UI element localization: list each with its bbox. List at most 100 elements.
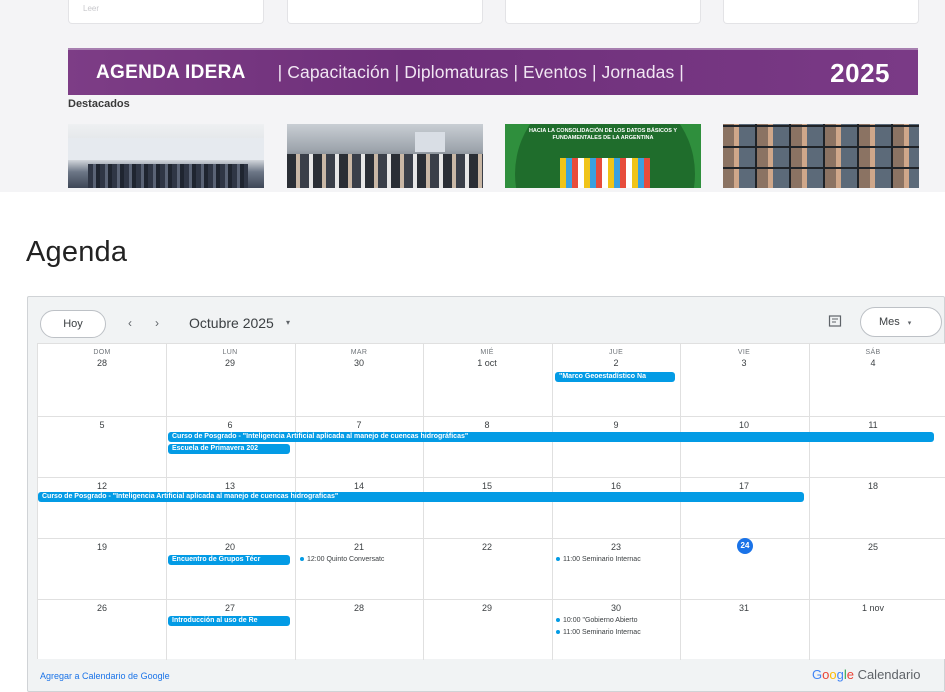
day-number[interactable]: 19	[38, 542, 166, 552]
day-number[interactable]: 6	[166, 420, 294, 430]
today-indicator[interactable]: 24	[737, 538, 753, 554]
featured-thumbnail[interactable]	[287, 124, 483, 188]
featured-thumbnail[interactable]	[723, 124, 919, 188]
group-photo	[287, 154, 483, 188]
weekday-header: SÁB	[865, 349, 881, 356]
day-number[interactable]: 8	[423, 420, 551, 430]
event-dot-icon	[300, 557, 304, 562]
calendar-event[interactable]: Curso de Posgrado - "Inteligencia Artifi…	[168, 432, 934, 442]
day-number[interactable]: 4	[809, 358, 937, 368]
month-label[interactable]: Octubre 2025	[189, 313, 274, 333]
chevron-down-icon[interactable]: ▾	[286, 313, 290, 333]
day-number[interactable]: 28	[295, 603, 423, 613]
video-call-grid	[723, 124, 919, 188]
featured-thumbnail[interactable]	[68, 124, 264, 188]
day-number[interactable]: 25	[809, 542, 937, 552]
view-selector[interactable]: Mes ▾	[860, 307, 942, 337]
projection-screen	[415, 132, 445, 152]
calendar-event[interactable]: 11:00 Seminario Internac	[556, 555, 676, 565]
top-card[interactable]	[287, 0, 483, 24]
day-number[interactable]: 15	[423, 481, 551, 491]
day-number[interactable]: 7	[295, 420, 423, 430]
banner-categories: | Capacitación | Diplomaturas | Eventos …	[277, 62, 684, 82]
calendar-event[interactable]: 11:00 Seminario Internac	[556, 628, 676, 638]
calendar-event[interactable]: 12:00 Quinto Conversatc	[300, 555, 420, 565]
calendar-toolbar: Hoy ‹ › Octubre 2025 ▾ Mes ▾	[28, 297, 945, 341]
google-calendar-logo[interactable]: Google Calendario	[812, 667, 920, 682]
top-card[interactable]	[723, 0, 919, 24]
day-number[interactable]: 5	[38, 420, 166, 430]
brand-letter: o	[829, 667, 837, 682]
event-label: 10:00 "Gobierno Abierto	[563, 617, 638, 624]
day-number[interactable]: 22	[423, 542, 551, 552]
calendar-event[interactable]: Curso de Posgrado - "Inteligencia Artifi…	[38, 492, 804, 502]
google-calendar-embed: Hoy ‹ › Octubre 2025 ▾ Mes ▾ DOM LUN MAR …	[27, 296, 945, 692]
day-number[interactable]: 21	[295, 542, 423, 552]
destacados-label: Destacados	[68, 98, 130, 110]
weekday-header: MAR	[350, 349, 368, 356]
grid-line	[38, 416, 945, 417]
event-label: 11:00 Seminario Internac	[563, 556, 641, 563]
calendar-event[interactable]: Encuentro de Grupos Técr	[168, 555, 290, 565]
event-dot-icon	[556, 618, 560, 623]
brand-letter: e	[846, 667, 854, 682]
group-photo	[88, 164, 248, 188]
brand-letter: g	[836, 667, 844, 682]
agenda-heading: Agenda	[26, 236, 128, 268]
day-number[interactable]: 11	[809, 420, 937, 430]
weekday-header: LUN	[222, 349, 238, 356]
top-card[interactable]	[505, 0, 701, 24]
day-number[interactable]: 30	[552, 603, 680, 613]
day-number[interactable]: 1 nov	[809, 603, 937, 613]
day-number[interactable]: 17	[680, 481, 808, 491]
month-grid: DOM LUN MAR MIÉ JUE VIE SÁB 28 29 30 1 o…	[37, 343, 945, 660]
weekday-header: DOM	[93, 349, 111, 356]
thumbnail-caption: HACIA LA CONSOLIDACIÓN DE LOS DATOS BÁSI…	[528, 128, 678, 141]
grid-line	[38, 538, 945, 539]
grid-line	[38, 599, 945, 600]
top-card[interactable]: Leer	[68, 0, 264, 24]
day-number[interactable]: 23	[552, 542, 680, 552]
calendar-event[interactable]: 10:00 "Gobierno Abierto	[556, 616, 676, 626]
view-label: Mes	[879, 316, 900, 328]
day-number[interactable]: 29	[423, 603, 551, 613]
day-number[interactable]: 10	[680, 420, 808, 430]
stage-backdrop	[68, 138, 264, 160]
day-number[interactable]: 26	[38, 603, 166, 613]
next-month-icon[interactable]: ›	[149, 313, 165, 333]
featured-thumbnail[interactable]: HACIA LA CONSOLIDACIÓN DE LOS DATOS BÁSI…	[505, 124, 701, 188]
brand-suffix: Calendario	[853, 667, 921, 682]
weekday-header: VIE	[737, 349, 751, 356]
banner-year: 2025	[830, 58, 890, 88]
people-illustration	[560, 158, 650, 188]
day-number[interactable]: 12	[38, 481, 166, 491]
weekday-header: JUE	[608, 349, 624, 356]
add-to-google-calendar-link[interactable]: Agregar a Calendario de Google	[40, 671, 170, 681]
today-button[interactable]: Hoy	[40, 310, 106, 338]
day-number[interactable]: 29	[166, 358, 294, 368]
day-number[interactable]: 14	[295, 481, 423, 491]
day-number[interactable]: 16	[552, 481, 680, 491]
grid-line	[38, 477, 945, 478]
brand-letter: G	[812, 667, 823, 682]
prev-month-icon[interactable]: ‹	[122, 313, 138, 333]
day-number[interactable]: 27	[166, 603, 294, 613]
calendar-event[interactable]: "Marco Geoestadístico Na	[555, 372, 675, 382]
day-number[interactable]: 13	[166, 481, 294, 491]
event-dot-icon	[556, 557, 560, 562]
agenda-banner[interactable]: AGENDA IDERA | Capacitación | Diplomatur…	[68, 48, 918, 95]
day-number[interactable]: 31	[680, 603, 808, 613]
weekday-header: MIÉ	[480, 349, 494, 356]
featured-section: Leer AGENDA IDERA | Capacitación | Diplo…	[0, 0, 945, 192]
agenda-view-icon[interactable]	[828, 314, 842, 328]
day-number[interactable]: 18	[809, 481, 937, 491]
day-number[interactable]: 3	[680, 358, 808, 368]
day-number[interactable]: 30	[295, 358, 423, 368]
day-number[interactable]: 2	[552, 358, 680, 368]
day-number[interactable]: 28	[38, 358, 166, 368]
day-number[interactable]: 9	[552, 420, 680, 430]
day-number[interactable]: 20	[166, 542, 294, 552]
calendar-event[interactable]: Escuela de Primavera 202	[168, 444, 290, 454]
day-number[interactable]: 1 oct	[423, 358, 551, 368]
calendar-event[interactable]: Introducción al uso de Re	[168, 616, 290, 626]
